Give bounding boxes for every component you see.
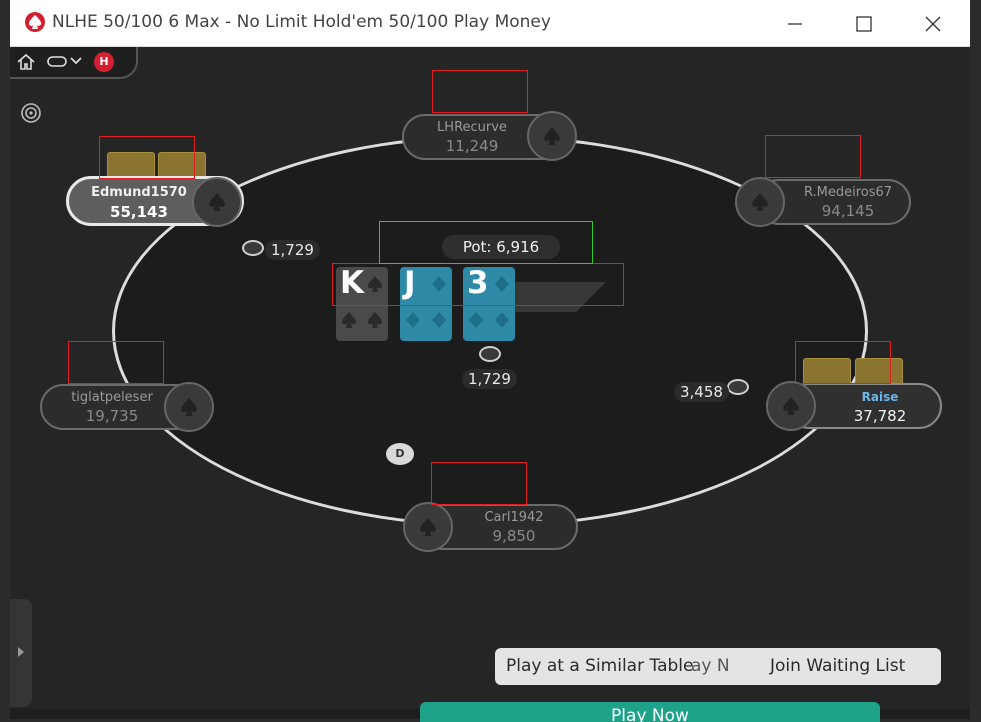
maximize-button[interactable] bbox=[842, 6, 886, 40]
play-similar-table-button[interactable]: Play at a Similar Table bbox=[506, 656, 693, 676]
target-icon[interactable] bbox=[20, 102, 42, 124]
avatar bbox=[192, 177, 242, 227]
spade-icon bbox=[544, 127, 560, 145]
diamond-icon bbox=[469, 312, 483, 328]
spade-icon bbox=[420, 518, 436, 536]
bet-amount-hero: 3,458 bbox=[674, 382, 729, 402]
play-now-button[interactable]: Play Now bbox=[420, 702, 880, 722]
chip-icon bbox=[242, 240, 264, 256]
player-name: LHRecurve bbox=[437, 120, 507, 135]
spade-icon bbox=[209, 193, 225, 211]
bet-amount-center: 1,729 bbox=[462, 369, 517, 389]
title-bar: NLHE 50/100 6 Max - No Limit Hold'em 50/… bbox=[10, 0, 970, 47]
poker-window: NLHE 50/100 6 Max - No Limit Hold'em 50/… bbox=[10, 0, 970, 722]
close-icon bbox=[925, 16, 941, 32]
play-now-partial-label: ay N bbox=[691, 656, 730, 676]
annotation-box bbox=[431, 462, 527, 505]
spade-icon bbox=[752, 193, 768, 211]
dealer-button: D bbox=[386, 443, 414, 465]
spade-icon bbox=[181, 398, 197, 416]
maximize-icon bbox=[856, 16, 872, 32]
close-button[interactable] bbox=[911, 6, 955, 40]
diamond-icon bbox=[406, 312, 420, 328]
spade-icon bbox=[342, 312, 356, 328]
diamond-icon bbox=[495, 312, 509, 328]
join-waiting-list-button[interactable]: Join Waiting List bbox=[770, 656, 905, 676]
avatar bbox=[403, 502, 453, 552]
minimize-icon bbox=[788, 23, 802, 25]
chat-icon[interactable] bbox=[47, 55, 67, 69]
avatar bbox=[735, 177, 785, 227]
player-name: Edmund1570 bbox=[91, 185, 187, 200]
hand-history-icon[interactable]: H bbox=[94, 52, 114, 72]
table-area: H Pot: 6,916 K J 3 LHRecurve 11,249 Edmu… bbox=[10, 47, 970, 722]
annotation-box bbox=[432, 70, 528, 113]
pokerstars-logo-icon bbox=[25, 12, 45, 32]
annotation-box-pot bbox=[379, 221, 593, 264]
player-stack: 11,249 bbox=[445, 137, 499, 155]
player-stack: 94,145 bbox=[821, 202, 875, 220]
table-options-bar: Play at a Similar Table ay N Join Waitin… bbox=[495, 648, 941, 685]
avatar bbox=[766, 381, 816, 431]
player-stack: 37,782 bbox=[853, 407, 907, 425]
chevron-down-icon[interactable] bbox=[70, 56, 82, 66]
chip-icon bbox=[727, 379, 749, 395]
annotation-box bbox=[332, 263, 624, 306]
chip-icon bbox=[479, 346, 501, 362]
annotation-box bbox=[99, 136, 195, 179]
window-title: NLHE 50/100 6 Max - No Limit Hold'em 50/… bbox=[52, 12, 551, 32]
avatar bbox=[164, 382, 214, 432]
annotation-box bbox=[795, 341, 891, 384]
chevron-right-icon bbox=[18, 647, 24, 657]
diamond-icon bbox=[432, 312, 446, 328]
home-icon[interactable] bbox=[16, 53, 36, 71]
annotation-box bbox=[765, 135, 861, 178]
lobby-controls: H bbox=[10, 47, 138, 79]
player-action-label: Raise bbox=[861, 390, 899, 404]
spade-icon bbox=[783, 397, 799, 415]
player-name: tiglatpeleser bbox=[71, 390, 153, 405]
player-name: Carl1942 bbox=[484, 510, 544, 525]
player-stack: 9,850 bbox=[492, 527, 536, 545]
player-stack: 19,735 bbox=[85, 407, 139, 425]
minimize-button[interactable] bbox=[773, 6, 817, 40]
spade-icon bbox=[368, 312, 382, 328]
avatar bbox=[527, 111, 577, 161]
player-name: R.Medeiros67 bbox=[803, 185, 893, 200]
side-panel-toggle[interactable] bbox=[10, 599, 32, 707]
player-stack: 55,143 bbox=[110, 203, 168, 221]
bet-amount-edmund: 1,729 bbox=[265, 240, 320, 260]
annotation-box bbox=[68, 341, 164, 384]
